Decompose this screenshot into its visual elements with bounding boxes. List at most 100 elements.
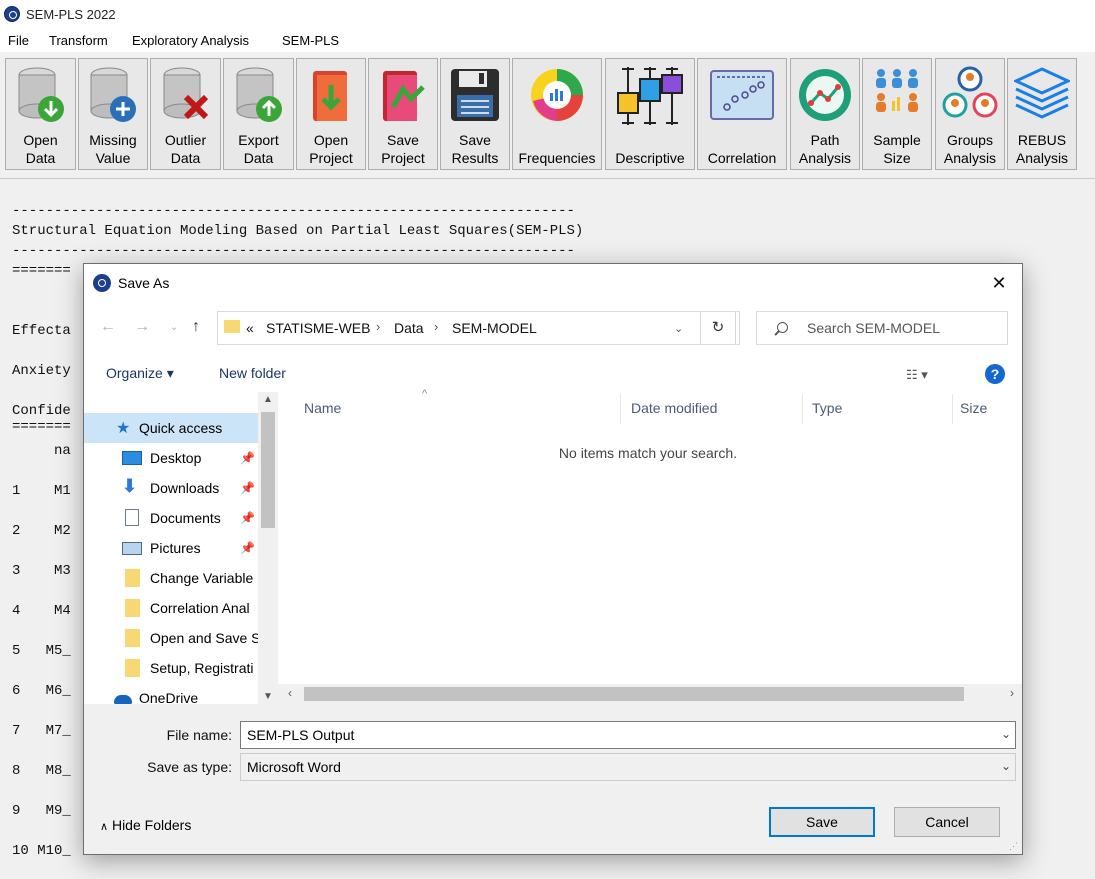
save-type-select[interactable]: Microsoft Word ⌄ <box>240 753 1016 781</box>
document-icon <box>125 509 139 526</box>
path-analysis-label: Path Analysis <box>798 132 852 166</box>
breadcrumb-sem-model[interactable]: SEM-MODEL <box>452 320 537 336</box>
menu-file[interactable]: File <box>8 33 29 48</box>
output-line: Effecta <box>12 323 71 339</box>
rebus-analysis-label: REBUS Analysis <box>1015 132 1069 166</box>
nav-scrollbar[interactable]: ▲ ▼ <box>258 392 278 704</box>
column-header-type[interactable]: Type <box>812 400 842 416</box>
database-down-icon <box>18 67 64 122</box>
frequencies-button[interactable]: Frequencies <box>512 58 602 170</box>
navigation-pane: ★ Quick access Desktop 📌 ⬇ Downloads 📌 D… <box>84 392 278 704</box>
chevron-down-icon[interactable]: ⌄ <box>1001 759 1011 773</box>
boxplot-icon <box>617 67 683 125</box>
nav-item-label: Quick access <box>139 420 223 436</box>
scroll-down-icon[interactable]: ▼ <box>263 691 273 702</box>
menu-transform[interactable]: Transform <box>49 33 108 48</box>
new-folder-button[interactable]: New folder <box>219 365 286 381</box>
breadcrumb-overflow[interactable]: « <box>246 320 254 336</box>
view-options-icon[interactable]: ☷ ▾ <box>906 367 928 383</box>
path-chart-icon <box>799 69 851 121</box>
column-divider[interactable] <box>952 394 953 424</box>
column-divider[interactable] <box>802 394 803 424</box>
organize-button[interactable]: Organize ▾ <box>106 365 174 382</box>
output-line: ----------------------------------------… <box>12 203 575 219</box>
database-plus-icon <box>90 67 136 122</box>
scroll-up-icon[interactable]: ▲ <box>263 394 273 405</box>
descriptive-button[interactable]: Descriptive <box>605 58 695 170</box>
nav-item-label: Correlation Anal <box>150 600 250 616</box>
outlier-data-button[interactable]: Outlier Data <box>150 58 221 170</box>
save-results-button[interactable]: Save Results <box>440 58 510 170</box>
column-header-size[interactable]: Size <box>960 400 987 416</box>
scroll-right-icon[interactable]: › <box>1010 686 1014 700</box>
correlation-button[interactable]: Correlation <box>697 58 787 170</box>
missing-value-button[interactable]: Missing Value <box>78 58 148 170</box>
breadcrumb-data[interactable]: Data <box>394 320 424 336</box>
address-bar[interactable]: « STATISME-WEB › Data › SEM-MODEL ⌄ <box>217 311 740 345</box>
rebus-analysis-button[interactable]: REBUS Analysis <box>1007 58 1077 170</box>
export-data-label: Export Data <box>238 132 279 166</box>
output-line: 8 M8_ <box>12 763 71 779</box>
cloud-icon <box>114 695 132 704</box>
output-line: Confide <box>12 403 71 419</box>
path-analysis-button[interactable]: Path Analysis <box>790 58 860 170</box>
back-arrow-icon[interactable]: ← <box>100 318 116 336</box>
nav-item-folder[interactable]: Correlation Anal <box>84 593 258 623</box>
refresh-icon[interactable]: ↻ <box>700 311 736 345</box>
export-data-button[interactable]: Export Data <box>223 58 294 170</box>
output-line: 5 M5_ <box>12 643 71 659</box>
pictures-icon <box>122 542 142 555</box>
menu-exploratory-analysis[interactable]: Exploratory Analysis <box>132 33 249 48</box>
search-icon <box>777 322 788 333</box>
nav-item-folder[interactable]: Change Variable <box>84 563 258 593</box>
column-header-date-modified[interactable]: Date modified <box>631 400 717 416</box>
chevron-down-icon[interactable]: ⌄ <box>674 322 683 335</box>
save-project-button[interactable]: Save Project <box>368 58 438 170</box>
database-up-icon <box>236 67 282 122</box>
star-icon: ★ <box>116 420 131 437</box>
cancel-button[interactable]: Cancel <box>894 807 1000 837</box>
close-button[interactable]: ✕ <box>976 264 1022 302</box>
output-line: 3 M3 <box>12 563 71 579</box>
nav-item-pictures[interactable]: Pictures 📌 <box>84 533 258 563</box>
nav-item-folder[interactable]: Setup, Registrati <box>84 653 258 683</box>
nav-item-downloads[interactable]: ⬇ Downloads 📌 <box>84 473 258 503</box>
folder-save-icon <box>383 71 425 121</box>
groups-analysis-button[interactable]: Groups Analysis <box>935 58 1005 170</box>
output-line: na <box>12 443 71 459</box>
open-data-button[interactable]: Open Data <box>5 58 76 170</box>
breadcrumb-separator-icon: › <box>376 319 381 334</box>
horizontal-scrollbar[interactable]: ‹ › <box>278 684 1022 704</box>
column-divider[interactable] <box>620 394 621 424</box>
open-project-button[interactable]: Open Project <box>296 58 366 170</box>
forward-arrow-icon[interactable]: → <box>134 318 150 336</box>
nav-item-quick-access[interactable]: ★ Quick access <box>84 413 258 443</box>
save-button[interactable]: Save <box>769 807 875 837</box>
scatter-icon <box>710 70 774 120</box>
open-project-label: Open Project <box>309 132 353 166</box>
scroll-left-icon[interactable]: ‹ <box>288 686 292 700</box>
help-icon[interactable]: ? <box>985 364 1005 384</box>
nav-item-onedrive[interactable]: OneDrive <box>84 683 258 704</box>
scrollbar-thumb[interactable] <box>304 687 964 701</box>
scrollbar-thumb[interactable] <box>261 412 275 528</box>
breadcrumb-statisme-web[interactable]: STATISME-WEB <box>266 320 370 336</box>
output-line: 2 M2 <box>12 523 71 539</box>
pin-icon: 📌 <box>240 481 255 495</box>
search-input[interactable]: Search SEM-MODEL <box>756 311 1008 345</box>
hide-folders-button[interactable]: ∧ Hide Folders <box>100 817 191 833</box>
file-name-input[interactable]: SEM-PLS Output ⌄ <box>240 721 1016 749</box>
column-header-name[interactable]: Name <box>304 400 341 416</box>
recent-chevron-icon[interactable]: ⌄ <box>170 322 178 333</box>
output-line: Structural Equation Modeling Based on Pa… <box>12 223 584 239</box>
missing-value-label: Missing Value <box>89 132 137 166</box>
nav-item-desktop[interactable]: Desktop 📌 <box>84 443 258 473</box>
nav-item-documents[interactable]: Documents 📌 <box>84 503 258 533</box>
open-data-label: Open Data <box>23 132 58 166</box>
resize-grip-icon[interactable]: ⋰ <box>1009 841 1018 852</box>
up-arrow-icon[interactable]: ↑ <box>192 318 200 336</box>
nav-item-folder[interactable]: Open and Save S <box>84 623 258 653</box>
chevron-down-icon[interactable]: ⌄ <box>1001 727 1011 741</box>
sample-size-button[interactable]: Sample Size <box>862 58 932 170</box>
menu-sem-pls[interactable]: SEM-PLS <box>282 33 339 48</box>
